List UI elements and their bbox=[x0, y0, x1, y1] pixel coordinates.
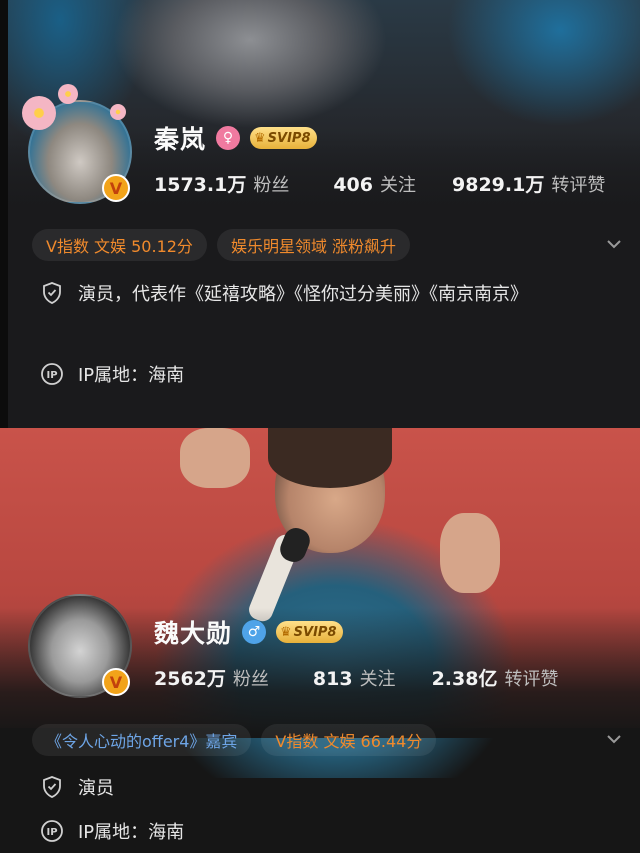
fans-stat[interactable]: 2562万 粉丝 bbox=[154, 664, 269, 691]
ip-row: IP IP属地：海南 bbox=[40, 360, 608, 392]
likes-stat[interactable]: 9829.1万 转评赞 bbox=[452, 170, 605, 197]
svip-label: SVIP8 bbox=[293, 624, 337, 640]
svg-text:IP: IP bbox=[46, 370, 57, 381]
likes-count: 9829.1万 bbox=[452, 174, 545, 196]
v-index-tag[interactable]: V指数 文娱 50.12分 bbox=[32, 229, 207, 261]
bio-text: 演员 bbox=[78, 778, 114, 799]
svip-badge[interactable]: ♛ SVIP8 bbox=[250, 127, 317, 149]
likes-count: 2.38亿 bbox=[431, 668, 498, 690]
svip-label: SVIP8 bbox=[267, 130, 311, 146]
trending-tag[interactable]: 娱乐明星领域 涨粉飙升 bbox=[216, 229, 411, 261]
ip-icon: IP bbox=[41, 820, 63, 842]
ip-location: IP属地：海南 bbox=[78, 365, 185, 386]
ip-row: IP IP属地：海南 bbox=[40, 817, 608, 849]
profile-card-1: V 秦岚 ♀ ♛ SVIP8 1573.1万 粉丝 406 关注 9829.1万… bbox=[0, 0, 640, 428]
user-name: 秦岚 bbox=[154, 125, 207, 154]
likes-label: 转评赞 bbox=[504, 669, 559, 690]
cover-figure-hand bbox=[180, 428, 250, 488]
v-index-tag[interactable]: V指数 文娱 66.44分 bbox=[261, 724, 437, 756]
follow-stat[interactable]: 813 关注 bbox=[313, 665, 396, 691]
follow-stat[interactable]: 406 关注 bbox=[333, 171, 416, 197]
likes-label: 转评赞 bbox=[551, 175, 606, 196]
show-guest-tag[interactable]: 《令人心动的offer4》嘉宾 bbox=[32, 724, 252, 756]
follow-label: 关注 bbox=[359, 669, 396, 690]
gender-male-icon: ♂ bbox=[242, 620, 267, 644]
ip-location: IP属地：海南 bbox=[78, 822, 185, 843]
avatar[interactable]: V bbox=[28, 594, 132, 698]
shield-icon bbox=[43, 282, 61, 304]
ip-icon: IP bbox=[41, 363, 63, 385]
user-name: 魏大勋 bbox=[154, 619, 233, 648]
follow-count: 406 bbox=[333, 174, 373, 196]
shield-icon bbox=[43, 776, 61, 798]
svg-text:IP: IP bbox=[46, 827, 57, 838]
name-row: 魏大勋 ♂ ♛ SVIP8 bbox=[154, 614, 343, 650]
fans-stat[interactable]: 1573.1万 粉丝 bbox=[154, 170, 289, 197]
fans-label: 粉丝 bbox=[232, 669, 269, 690]
profile-card-2: V 魏大勋 ♂ ♛ SVIP8 2562万 粉丝 813 关注 2.38亿 转评… bbox=[0, 428, 640, 853]
left-edge-strip bbox=[0, 0, 8, 428]
avatar[interactable]: V bbox=[22, 84, 132, 204]
verified-v-icon: V bbox=[102, 668, 130, 696]
follow-label: 关注 bbox=[380, 175, 416, 196]
cover-figure-hair bbox=[268, 428, 392, 488]
flower-decoration bbox=[110, 104, 126, 120]
cover-figure-hand bbox=[440, 513, 500, 593]
bio-row: 演员，代表作《延禧攻略》《怪你过分美丽》《南京南京》 bbox=[40, 279, 608, 311]
fans-label: 粉丝 bbox=[253, 175, 290, 196]
stats-row: 2562万 粉丝 813 关注 2.38亿 转评赞 bbox=[154, 664, 558, 691]
name-row: 秦岚 ♀ ♛ SVIP8 bbox=[154, 120, 317, 156]
tags-row: 《令人心动的offer4》嘉宾 V指数 文娱 66.44分 bbox=[32, 724, 437, 756]
follow-count: 813 bbox=[312, 668, 353, 690]
flower-decoration bbox=[22, 96, 56, 130]
flower-decoration bbox=[58, 84, 78, 104]
svip-badge[interactable]: ♛ SVIP8 bbox=[276, 621, 343, 643]
chevron-down-icon[interactable] bbox=[606, 236, 622, 252]
crown-icon: ♛ bbox=[254, 130, 266, 146]
fans-count: 2562万 bbox=[154, 668, 226, 690]
bio-text: 演员，代表作《延禧攻略》《怪你过分美丽》《南京南京》 bbox=[78, 284, 528, 305]
chevron-down-icon[interactable] bbox=[606, 731, 622, 747]
gender-female-icon: ♀ bbox=[216, 126, 241, 150]
stats-row: 1573.1万 粉丝 406 关注 9829.1万 转评赞 bbox=[154, 170, 605, 197]
tags-row: V指数 文娱 50.12分 娱乐明星领域 涨粉飙升 bbox=[32, 229, 411, 261]
bio-row: 演员 bbox=[40, 773, 608, 805]
likes-stat[interactable]: 2.38亿 转评赞 bbox=[432, 664, 559, 691]
verified-v-icon: V bbox=[102, 174, 130, 202]
fans-count: 1573.1万 bbox=[154, 174, 247, 196]
crown-icon: ♛ bbox=[280, 624, 292, 640]
